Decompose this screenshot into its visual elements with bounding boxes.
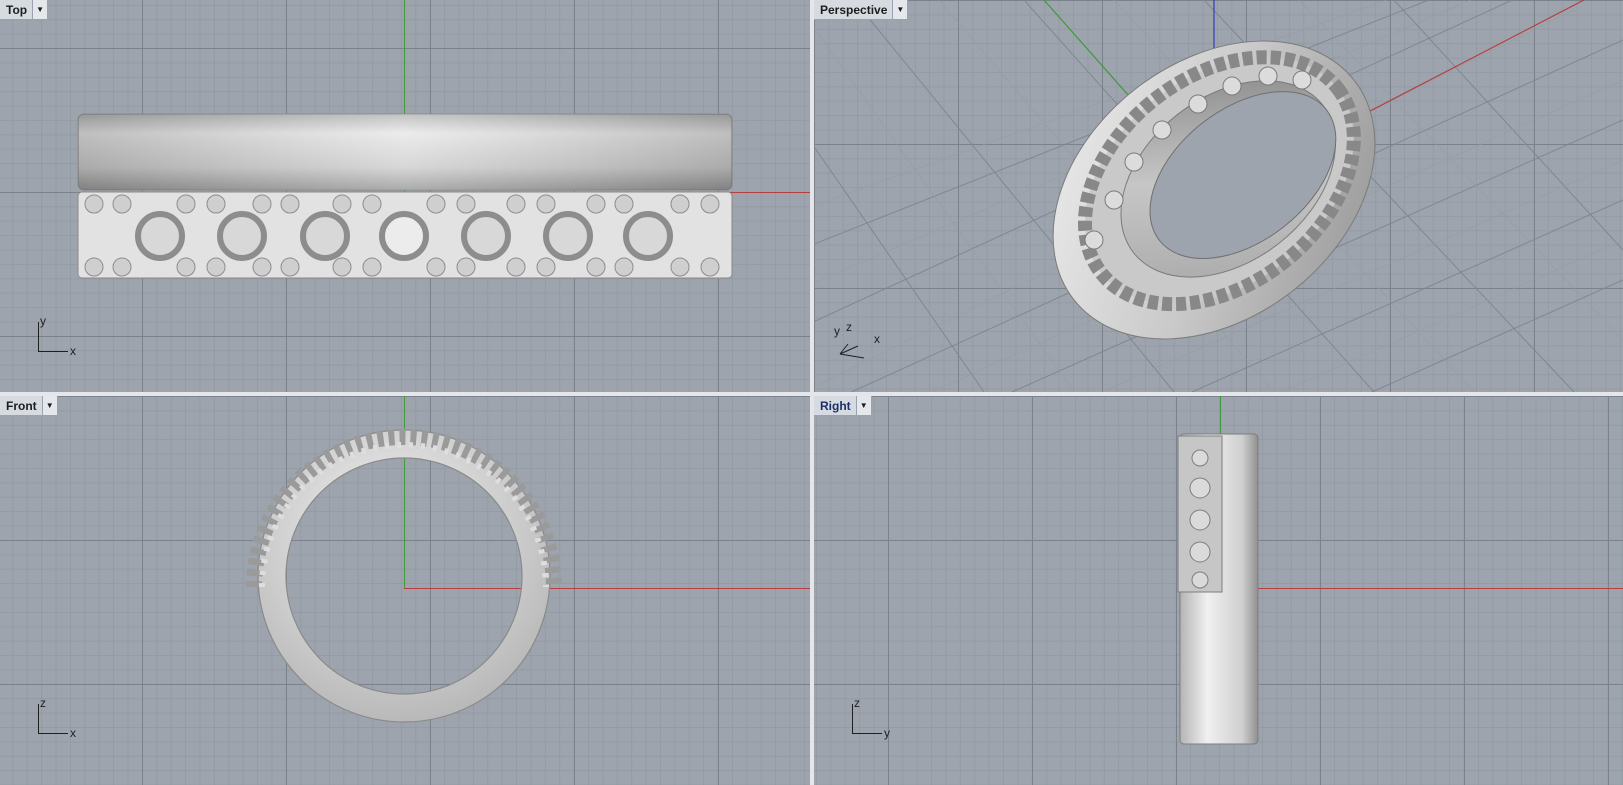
chevron-down-icon[interactable]: ▼ [855,396,871,415]
viewport-title-label: Right [820,398,851,413]
viewport-title-front[interactable]: Front ▼ [0,396,58,416]
chevron-down-icon[interactable]: ▼ [41,396,57,415]
viewport-perspective[interactable]: Perspective ▼ y z x [814,0,1623,392]
viewport-title-label: Top [6,2,28,17]
viewport-top[interactable]: Top ▼ y x [0,0,810,392]
viewport-title-perspective[interactable]: Perspective ▼ [814,0,909,20]
ring-shank [258,430,550,722]
ring-right-view[interactable] [814,396,1623,785]
viewport-front[interactable]: Front ▼ z x [0,396,810,785]
viewport-title-right[interactable]: Right ▼ [814,396,872,416]
viewport-right[interactable]: Right ▼ z y [814,396,1623,785]
ring-top-view[interactable] [0,0,810,392]
ring-front-view[interactable] [0,396,810,785]
viewport-title-label: Perspective [820,2,888,17]
viewport-title-top[interactable]: Top ▼ [0,0,49,20]
ring-perspective-view[interactable] [814,0,1623,392]
chevron-down-icon[interactable]: ▼ [892,0,908,19]
chevron-down-icon[interactable]: ▼ [32,0,48,19]
viewport-title-label: Front [6,398,37,413]
